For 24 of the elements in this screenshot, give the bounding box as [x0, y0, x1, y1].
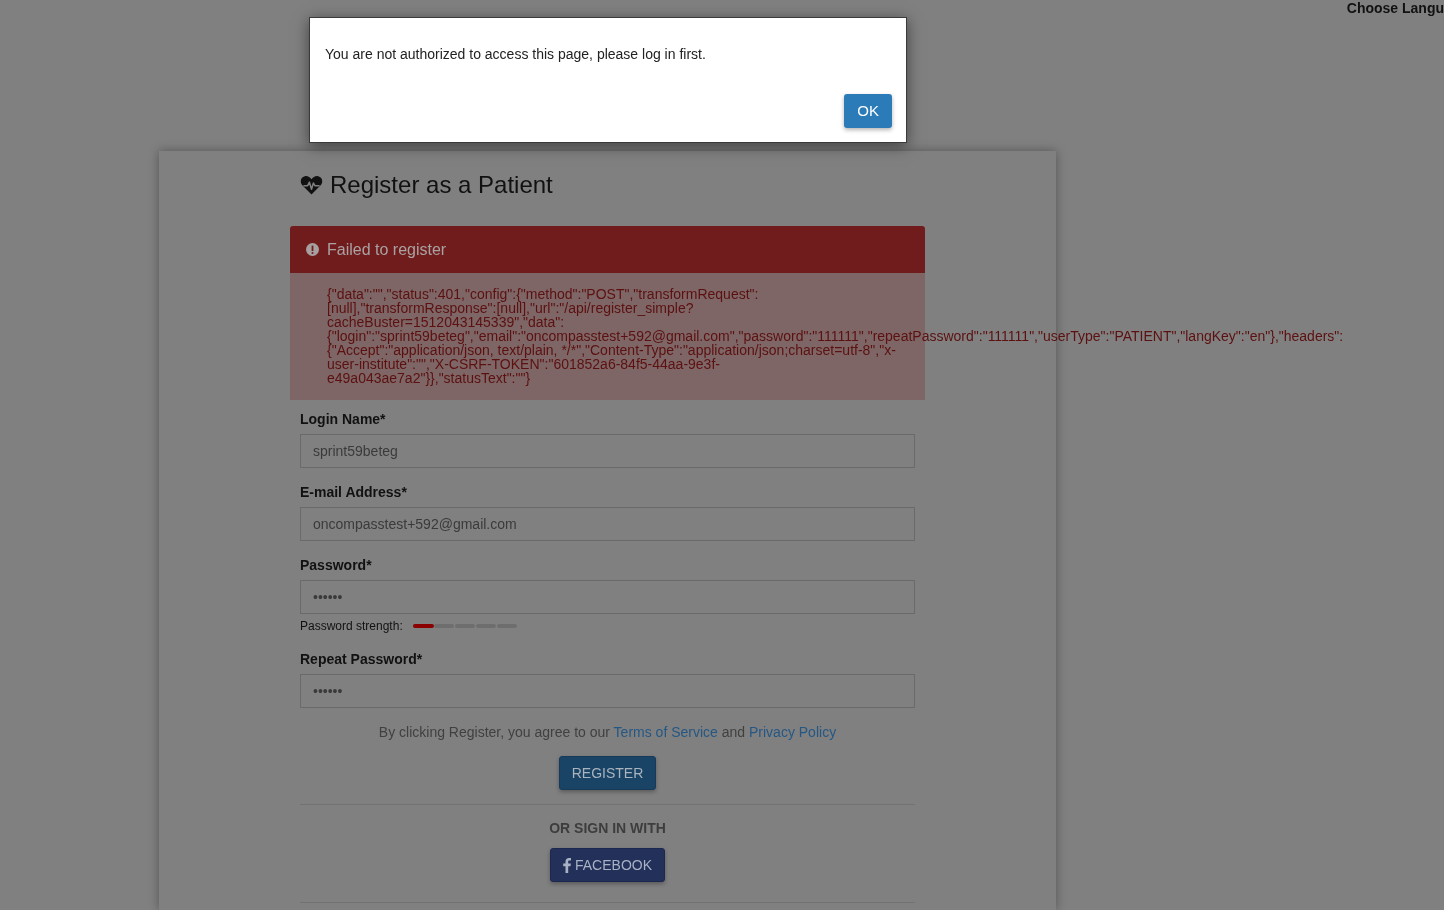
password-field[interactable]: ••••••	[300, 674, 915, 708]
error-details-text: {"data":"","status":401,"config":{"method":"POST","transformRequest":[null],"transformResponse":[null],"url":"/api/register_simple?cacheBuster=1512043145339","data":{"login":"sprint59beteg","email":"oncompasstest+592@gmail.com","password":"111111","repeatPassword":"111111","userType":"PATIENT","langKey":"en"},"headers":{"Accept":"application/json, text/plain, */*","Content-Type":"application/json;charset=utf-8","x-user-institute":"","X-CSRF-TOKEN":"601852a6-84f5-44aa-9e3f-e49a043ae7a2"}},"statusText":""}	[327, 286, 1344, 386]
f-logo-icon	[563, 857, 571, 873]
page-title: Register as a Patient	[330, 171, 553, 199]
exclamation-circle-icon	[306, 243, 319, 256]
language-menu-link[interactable]: Choose Langu	[1346, 0, 1444, 16]
field-label: E-mail Address*	[300, 483, 408, 502]
dialog-message: You are not authorized to access this page, please log in first.	[324, 45, 707, 64]
text-field[interactable]: sprint59beteg	[300, 434, 915, 468]
field-label: Repeat Password*	[300, 650, 424, 669]
text-link[interactable]: Terms of Service	[613, 724, 718, 740]
alert-title: Failed to register	[327, 239, 447, 260]
field-label: Password*	[300, 556, 373, 575]
text-field[interactable]: oncompasstest+592@gmail.com	[300, 507, 915, 541]
terms-text: By clicking Register, you agree to our Terms of Service and Privacy Policy	[377, 723, 838, 742]
ok-button[interactable]: OK	[844, 94, 892, 128]
field-label: Login Name*	[300, 410, 387, 429]
facebook-button[interactable]: FACEBOOK	[550, 848, 665, 882]
heart-pulse-icon	[300, 175, 323, 195]
register-button[interactable]: REGISTER	[558, 756, 657, 790]
password-field[interactable]: ••••••	[300, 580, 915, 614]
social-heading: OR SIGN IN WITH	[548, 819, 667, 838]
strength-label: Password strength:	[300, 619, 403, 633]
text-link[interactable]: Privacy Policy	[749, 724, 837, 740]
